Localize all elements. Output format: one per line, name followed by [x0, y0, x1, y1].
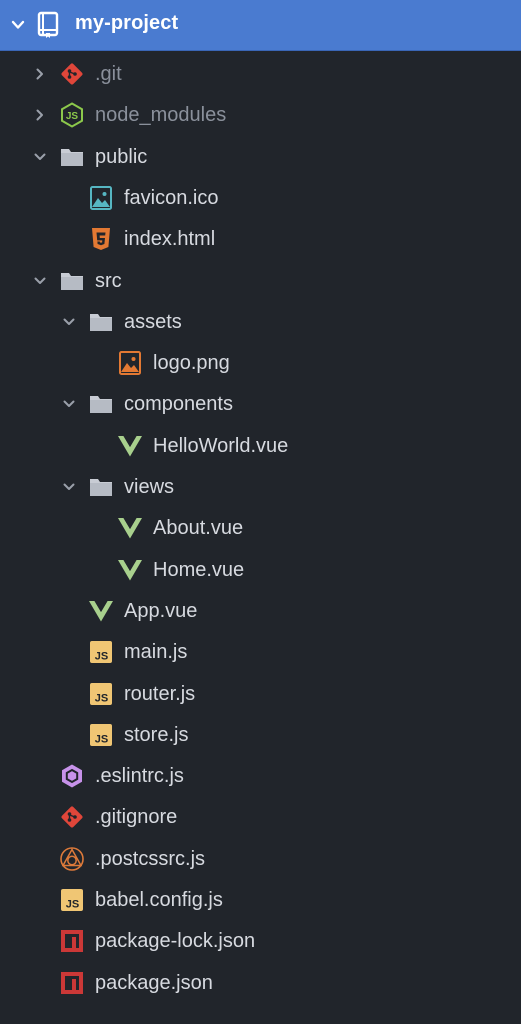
- tree-file-app-vue[interactable]: App.vue: [0, 590, 521, 631]
- js-icon: JS: [88, 639, 114, 665]
- tree-file-package-json[interactable]: package.json: [0, 962, 521, 1003]
- tree-item-label: HelloWorld.vue: [153, 434, 289, 457]
- vue-icon: [117, 515, 143, 541]
- folder-icon: [88, 391, 114, 417]
- tree-file-postcssrc-js[interactable]: .postcssrc.js: [0, 838, 521, 879]
- chevron-down-icon[interactable]: [32, 273, 48, 289]
- nodejs-icon: JS: [59, 102, 85, 128]
- tree-file-about-vue[interactable]: About.vue: [0, 507, 521, 548]
- tree-item-label: store.js: [124, 723, 189, 746]
- vue-icon: [88, 598, 114, 624]
- tree-file-eslintrc-js[interactable]: .eslintrc.js: [0, 755, 521, 796]
- tree-file-router-js[interactable]: JS router.js: [0, 673, 521, 714]
- js-icon: JS: [59, 887, 85, 913]
- html5-icon: [88, 226, 114, 252]
- tree-item-label: logo.png: [153, 352, 230, 375]
- folder-icon: [88, 309, 114, 335]
- tree-item-label: .postcssrc.js: [95, 847, 206, 870]
- tree-item-label: favicon.ico: [124, 186, 219, 209]
- tree-item-label: public: [95, 145, 148, 168]
- svg-text:JS: JS: [66, 899, 79, 911]
- tree-item-label: About.vue: [153, 517, 244, 540]
- tree-folder-git[interactable]: .git: [0, 53, 521, 94]
- postcss-icon: [59, 846, 85, 872]
- svg-text:JS: JS: [95, 692, 108, 704]
- git-icon: [59, 804, 85, 830]
- npm-icon: [59, 970, 85, 996]
- image-icon: [88, 185, 114, 211]
- tree-item-label: assets: [124, 310, 182, 333]
- chevron-down-icon[interactable]: [32, 149, 48, 165]
- tree-item-label: babel.config.js: [95, 889, 223, 911]
- tree-folder-node-modules[interactable]: JS node_modules: [0, 94, 521, 135]
- project-header[interactable]: my-project: [0, 0, 521, 51]
- tree-item-label: Home.vue: [153, 558, 245, 581]
- tree-file-gitignore[interactable]: .gitignore: [0, 796, 521, 837]
- image-icon: [117, 350, 143, 376]
- vue-icon: [117, 557, 143, 583]
- folder-icon: [59, 268, 85, 294]
- tree-file-home-vue[interactable]: Home.vue: [0, 549, 521, 590]
- npm-icon: [59, 928, 85, 954]
- tree-file-babel-config-js[interactable]: JS babel.config.js: [0, 879, 521, 920]
- tree-file-helloworld-vue[interactable]: HelloWorld.vue: [0, 425, 521, 466]
- repository-icon: [36, 11, 62, 39]
- tree-file-favicon-ico[interactable]: favicon.ico: [0, 177, 521, 218]
- tree-file-package-lock-json[interactable]: package-lock.json: [0, 920, 521, 961]
- svg-text:JS: JS: [95, 733, 108, 745]
- tree-item-label: .git: [95, 63, 122, 85]
- git-icon: [59, 61, 85, 87]
- tree-item-label: .gitignore: [95, 806, 178, 829]
- folder-icon: [88, 474, 114, 500]
- chevron-right-icon[interactable]: [32, 107, 48, 123]
- chevron-down-icon[interactable]: [8, 15, 28, 35]
- tree-item-label: index.html: [124, 228, 216, 251]
- js-icon: JS: [88, 681, 114, 707]
- tree-item-label: src: [95, 269, 122, 292]
- tree-item-label: App.vue: [124, 599, 198, 622]
- tree-folder-views[interactable]: views: [0, 466, 521, 507]
- tree-file-store-js[interactable]: JS store.js: [0, 714, 521, 755]
- svg-text:JS: JS: [95, 651, 108, 663]
- folder-icon: [59, 144, 85, 170]
- tree-folder-assets[interactable]: assets: [0, 301, 521, 342]
- tree-folder-components[interactable]: components: [0, 383, 521, 424]
- chevron-down-icon[interactable]: [61, 479, 77, 495]
- chevron-down-icon[interactable]: [61, 396, 77, 412]
- project-title: my-project: [75, 12, 179, 34]
- tree-item-label: .eslintrc.js: [95, 765, 184, 788]
- chevron-right-icon[interactable]: [32, 66, 48, 82]
- tree-item-label: main.js: [124, 641, 188, 664]
- tree-item-label: package.json: [95, 971, 213, 994]
- tree-item-label: views: [124, 476, 175, 498]
- js-icon: JS: [88, 722, 114, 748]
- tree-folder-public[interactable]: public: [0, 136, 521, 177]
- tree-folder-src[interactable]: src: [0, 260, 521, 301]
- eslint-icon: [59, 763, 85, 789]
- tree-item-label: components: [124, 393, 233, 416]
- vue-icon: [117, 433, 143, 459]
- tree-file-logo-png[interactable]: logo.png: [0, 342, 521, 383]
- chevron-down-icon[interactable]: [61, 314, 77, 330]
- tree-item-label: package-lock.json: [95, 930, 256, 953]
- svg-text:JS: JS: [66, 111, 79, 122]
- tree-item-label: node_modules: [95, 104, 227, 127]
- tree-item-label: router.js: [124, 682, 196, 705]
- tree-file-main-js[interactable]: JS main.js: [0, 631, 521, 672]
- tree-file-index-html[interactable]: index.html: [0, 218, 521, 259]
